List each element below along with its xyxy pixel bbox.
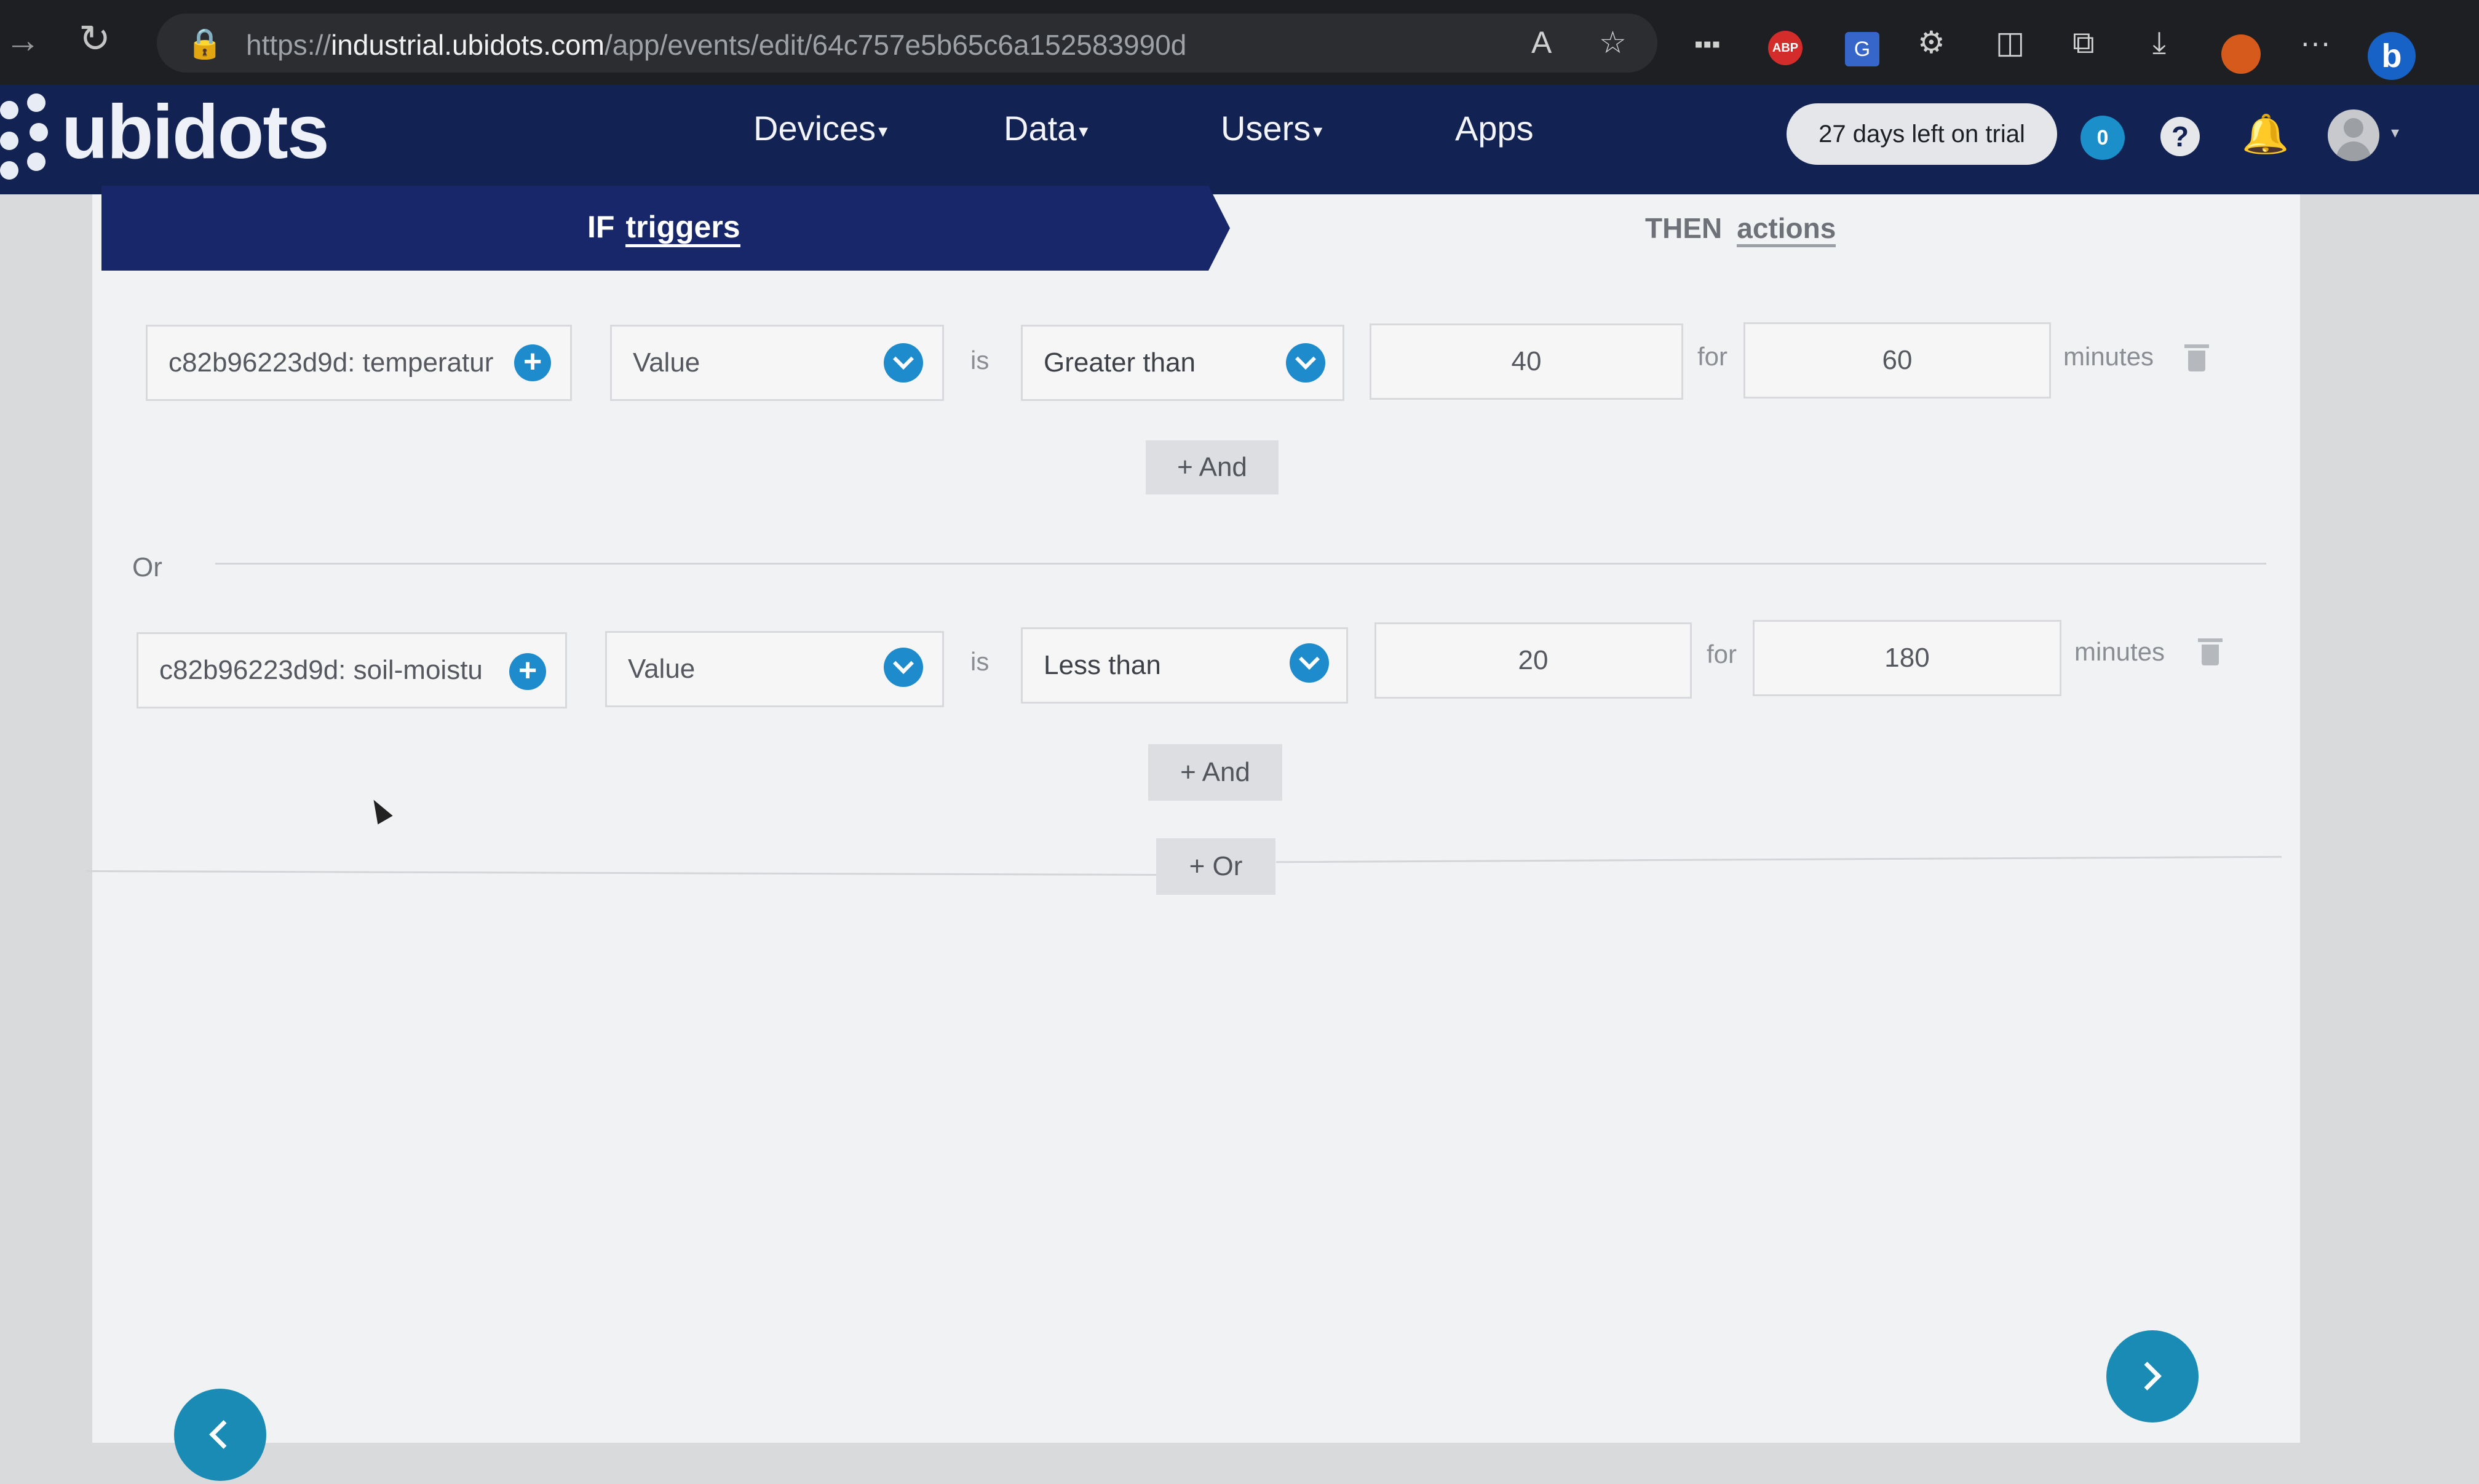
next-step-button[interactable] xyxy=(2106,1330,2199,1422)
bell-icon[interactable]: 🔔 xyxy=(2242,112,2289,157)
chevron-down-icon[interactable] xyxy=(1290,643,1329,683)
variable-selector[interactable]: c82b96223d9d: temperatur xyxy=(146,325,572,401)
caret-down-icon: ▾ xyxy=(1079,121,1089,141)
threshold-input[interactable]: 40 xyxy=(1370,323,1683,400)
minutes-label: minutes xyxy=(2074,637,2165,666)
duration-value: 180 xyxy=(1884,643,1930,673)
logo-dots-icon xyxy=(0,93,55,180)
duration-input[interactable]: 60 xyxy=(1743,322,2051,399)
variable-name: c82b96223d9d: temperatur xyxy=(169,347,494,378)
operator-value: Greater than xyxy=(1044,347,1196,378)
bing-icon[interactable]: b xyxy=(2368,32,2416,80)
add-or-button[interactable]: + Or xyxy=(1156,838,1275,895)
duration-value: 60 xyxy=(1882,345,1913,375)
variable-selector[interactable]: c82b96223d9d: soil-moistu xyxy=(137,632,567,708)
operator-value: Less than xyxy=(1044,650,1161,680)
chevron-down-icon[interactable] xyxy=(1286,343,1325,383)
threshold-input[interactable]: 20 xyxy=(1374,622,1692,699)
settings-extension-icon[interactable]: ⚙ xyxy=(1918,25,1945,60)
divider xyxy=(215,563,2266,565)
caret-down-icon: ▾ xyxy=(1313,121,1323,141)
threshold-value: 20 xyxy=(1518,645,1549,675)
and-label: And xyxy=(1202,757,1250,787)
avatar[interactable] xyxy=(2328,109,2379,161)
address-bar[interactable]: 🔒 https://industrial.ubidots.com/app/eve… xyxy=(157,14,1657,73)
reload-icon[interactable]: ↻ xyxy=(79,16,111,61)
favorite-star-icon[interactable]: ☆ xyxy=(1599,25,1627,60)
tab-then-actions[interactable]: THEN actions xyxy=(1645,212,1836,247)
or-label: Or xyxy=(1212,851,1243,881)
and-label: And xyxy=(1199,452,1247,482)
tab-if-label: IF triggers xyxy=(587,209,740,247)
variable-name: c82b96223d9d: soil-moistu xyxy=(159,655,483,685)
profile-icon[interactable] xyxy=(2221,34,2261,74)
metric-value: Value xyxy=(633,347,700,378)
chevron-down-icon[interactable] xyxy=(884,343,923,383)
translate-icon[interactable]: G xyxy=(1845,32,1879,66)
nav-apps-label: Apps xyxy=(1455,109,1534,148)
logo-text: ubidots xyxy=(61,90,330,175)
collections-icon[interactable]: ⧉ xyxy=(2072,25,2095,61)
previous-step-button[interactable] xyxy=(174,1389,266,1481)
nav-devices-label: Devices xyxy=(753,109,876,148)
for-label: for xyxy=(1707,640,1737,669)
read-aloud-icon[interactable]: A xyxy=(1531,25,1552,60)
trash-icon[interactable] xyxy=(2184,344,2209,371)
chevron-down-icon[interactable] xyxy=(884,648,923,687)
lock-icon: 🔒 xyxy=(186,28,223,60)
nav-users[interactable]: Users ▾ xyxy=(1221,108,1322,148)
tab-if-triggers[interactable]: IF triggers xyxy=(101,186,1230,271)
trial-badge[interactable]: 27 days left on trial xyxy=(1787,103,2057,165)
nav-devices[interactable]: Devices ▾ xyxy=(753,108,887,148)
nav-users-label: Users xyxy=(1221,109,1311,148)
threshold-value: 40 xyxy=(1511,346,1542,376)
extension-icon[interactable]: ▪▪▪ xyxy=(1694,31,1721,58)
downloads-icon[interactable]: ⤓ xyxy=(2152,25,2166,61)
metric-value: Value xyxy=(628,654,696,684)
add-and-button[interactable]: + And xyxy=(1148,744,1282,801)
forward-arrow-icon[interactable]: → xyxy=(5,20,41,61)
nav-apps[interactable]: Apps xyxy=(1455,108,1534,148)
notification-count-badge[interactable]: 0 xyxy=(2080,116,2125,160)
caret-down-icon: ▾ xyxy=(878,121,888,141)
add-and-button[interactable]: + And xyxy=(1146,440,1279,494)
url-text[interactable]: https://industrial.ubidots.com/app/event… xyxy=(246,28,1186,62)
nav-data-label: Data xyxy=(1004,109,1077,148)
duration-input[interactable]: 180 xyxy=(1753,620,2061,696)
app-header: ubidots Devices ▾ Data ▾ Users ▾ Apps 27 da… xyxy=(0,85,2479,194)
is-label: is xyxy=(970,346,990,375)
browser-toolbar: → ↻ 🔒 https://industrial.ubidots.com/app… xyxy=(0,0,2479,85)
split-screen-icon[interactable]: ◫ xyxy=(1996,25,2025,60)
is-label: is xyxy=(970,647,990,676)
trash-icon[interactable] xyxy=(2198,638,2223,665)
add-variable-icon[interactable]: + xyxy=(514,344,551,381)
minutes-label: minutes xyxy=(2063,342,2154,371)
or-separator-label: Or xyxy=(132,552,162,582)
more-icon[interactable]: ··· xyxy=(2300,25,2331,60)
nav-data[interactable]: Data ▾ xyxy=(1004,108,1088,148)
for-label: for xyxy=(1697,342,1728,371)
help-icon[interactable]: ? xyxy=(2160,117,2200,156)
add-variable-icon[interactable]: + xyxy=(509,653,546,690)
caret-down-icon[interactable]: ▾ xyxy=(2391,123,2399,142)
adblock-icon[interactable]: ABP xyxy=(1768,31,1803,65)
